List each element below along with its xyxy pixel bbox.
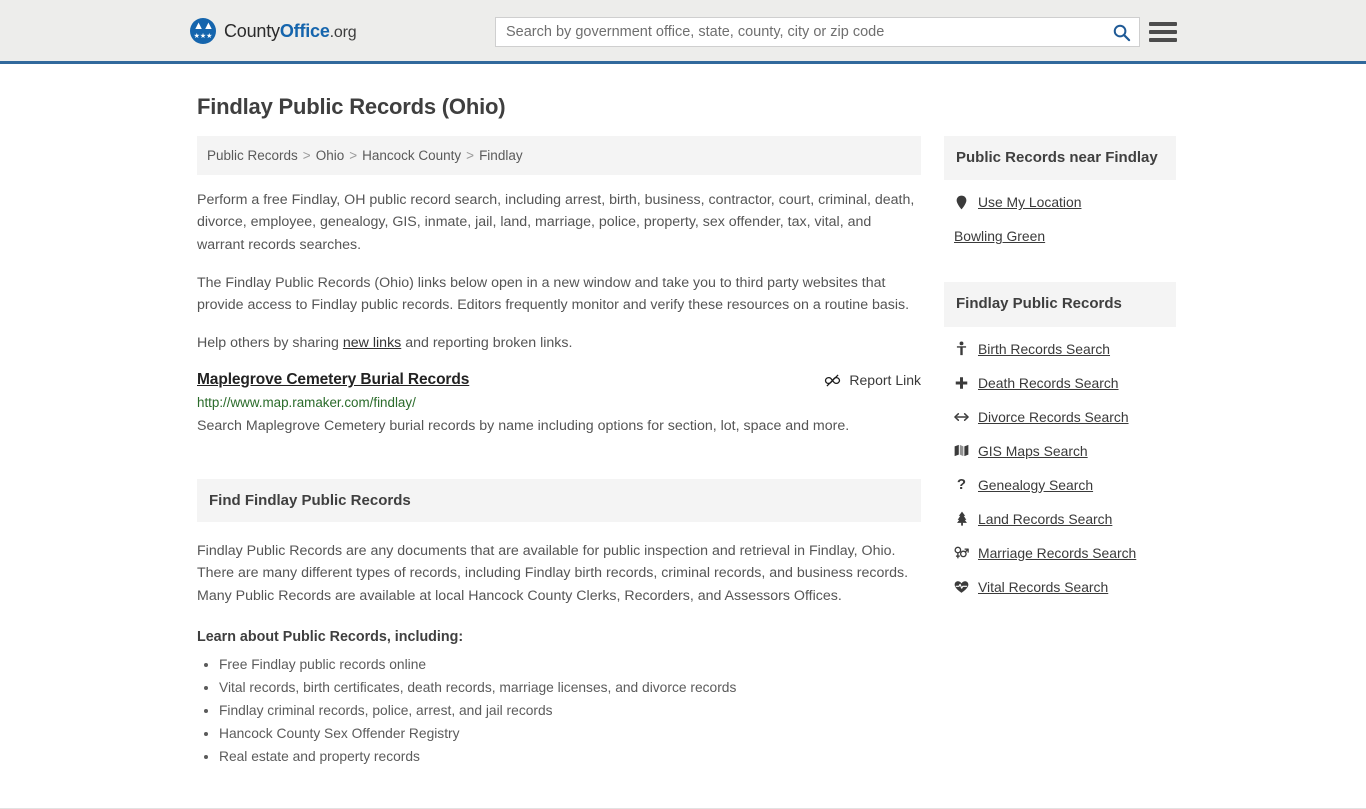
search-bar [495, 17, 1140, 47]
logo-text-office: Office [279, 20, 330, 41]
result-header-row: Maplegrove Cemetery Burial Records Repor… [197, 371, 921, 389]
panel-records-near-heading: Public Records near Findlay [944, 136, 1176, 181]
sidebar-link-label: Marriage Records Search [978, 544, 1137, 561]
result-description: Search Maplegrove Cemetery burial record… [197, 417, 850, 434]
page-title: Findlay Public Records (Ohio) [197, 94, 506, 119]
result-item: Maplegrove Cemetery Burial Records Repor… [197, 371, 921, 437]
sidebar-item-birth-records[interactable]: Birth Records Search [954, 341, 1166, 357]
breadcrumb-separator: > [302, 148, 311, 163]
intro-paragraph-2: The Findlay Public Records (Ohio) links … [197, 274, 910, 314]
logo-text-org: .org [329, 23, 357, 41]
sidebar-link-label: Death Records Search [978, 374, 1119, 391]
site-header: ▲▲ ★★★ CountyOffice.org [0, 0, 1366, 64]
sidebar-item-divorce-records[interactable]: Divorce Records Search [954, 409, 1166, 425]
panel-records-near-body: Use My Location Bowling Green [944, 180, 1176, 266]
learn-about-list: Free Findlay public records online Vital… [197, 655, 921, 767]
logo-wordmark: CountyOffice.org [224, 20, 357, 42]
question-mark-icon: ? [956, 476, 967, 493]
list-item: Vital records, birth certificates, death… [219, 678, 921, 698]
panel-findlay-records-heading: Findlay Public Records [944, 282, 1176, 327]
list-item: Real estate and property records [219, 747, 921, 767]
sidebar: Public Records near Findlay Use My Locat… [944, 136, 1176, 633]
list-item: Hancock County Sex Offender Registry [219, 724, 921, 744]
search-icon [1113, 24, 1130, 41]
panel-findlay-public-records: Findlay Public Records Birth Records Sea… [944, 282, 1176, 616]
eagle-emblem-icon: ▲▲ ★★★ [190, 18, 216, 44]
sidebar-link-label: Bowling Green [954, 228, 1046, 245]
list-item: Free Findlay public records online [219, 655, 921, 675]
sidebar-item-death-records[interactable]: Death Records Search [954, 375, 1166, 391]
hamburger-bar [1149, 30, 1177, 34]
share-text-after: and reporting broken links. [401, 335, 573, 352]
broken-link-icon [825, 374, 841, 387]
learn-about-heading: Learn about Public Records, including: [197, 628, 464, 645]
site-logo[interactable]: ▲▲ ★★★ CountyOffice.org [190, 18, 357, 44]
content-container: Findlay Public Records (Ohio) Public Rec… [188, 94, 1178, 770]
sidebar-item-land-records[interactable]: Land Records Search [954, 511, 1166, 527]
male-female-symbol-icon [954, 545, 969, 560]
baby-icon [954, 341, 969, 356]
breadcrumb-item-public-records[interactable]: Public Records [207, 148, 298, 163]
sidebar-item-vital-records[interactable]: Vital Records Search [954, 579, 1166, 595]
report-link-label: Report Link [849, 372, 921, 389]
search-button[interactable] [1103, 18, 1139, 46]
sidebar-link-label: Land Records Search [978, 510, 1113, 527]
result-title-link[interactable]: Maplegrove Cemetery Burial Records [197, 371, 469, 389]
intro-paragraph-1: Perform a free Findlay, OH public record… [197, 192, 915, 253]
heart-pulse-icon [954, 580, 969, 594]
main-column: Public Records > Ohio > Hancock County > Findl… [197, 136, 921, 770]
sidebar-link-label: GIS Maps Search [978, 442, 1088, 459]
folded-map-icon [954, 444, 969, 457]
breadcrumb-item-ohio[interactable]: Ohio [316, 148, 345, 163]
hamburger-menu-icon[interactable] [1149, 20, 1177, 44]
breadcrumb-separator: > [349, 148, 358, 163]
breadcrumb-item-findlay: Findlay [479, 148, 523, 163]
panel-records-near: Public Records near Findlay Use My Locat… [944, 136, 1176, 266]
sidebar-link-label: Vital Records Search [978, 578, 1109, 595]
page-body: Findlay Public Records (Ohio) Public Rec… [0, 64, 1366, 809]
tree-icon [954, 511, 969, 526]
intro-paragraph-3: Help others by sharing new links and rep… [197, 332, 921, 354]
report-link-button[interactable]: Report Link [824, 371, 921, 389]
logo-text-county: County [224, 20, 280, 41]
sidebar-item-bowling-green[interactable]: Bowling Green [954, 228, 1166, 244]
cross-icon [954, 376, 969, 390]
find-records-heading: Find Findlay Public Records [197, 479, 921, 523]
sidebar-item-genealogy[interactable]: ? Genealogy Search [954, 477, 1166, 493]
sidebar-link-label: Divorce Records Search [978, 408, 1129, 425]
search-input[interactable] [496, 18, 1103, 46]
find-records-paragraph: Findlay Public Records are any documents… [197, 543, 909, 604]
hamburger-bar [1149, 38, 1177, 42]
breadcrumb: Public Records > Ohio > Hancock County > Findl… [197, 136, 921, 175]
sidebar-item-use-my-location[interactable]: Use My Location [954, 194, 1166, 210]
find-records-body: Findlay Public Records are any documents… [197, 540, 921, 767]
hamburger-bar [1149, 22, 1177, 26]
sidebar-link-label: Genealogy Search [978, 476, 1094, 493]
left-right-arrow-icon [954, 411, 969, 423]
sidebar-link-label: Use My Location [978, 194, 1082, 211]
intro-text: Perform a free Findlay, OH public record… [197, 189, 921, 355]
map-pin-icon [954, 195, 969, 210]
share-text-before: Help others by sharing [197, 335, 343, 352]
result-url-link[interactable]: http://www.map.ramaker.com/findlay/ [197, 395, 921, 410]
sidebar-item-marriage-records[interactable]: Marriage Records Search [954, 545, 1166, 561]
sidebar-link-label: Birth Records Search [978, 340, 1111, 357]
panel-findlay-records-body: Birth Records Search Death Records Searc… [944, 327, 1176, 617]
new-links-link[interactable]: new links [343, 335, 401, 351]
sidebar-item-gis-maps[interactable]: GIS Maps Search [954, 443, 1166, 459]
columns: Public Records > Ohio > Hancock County > Findl… [188, 136, 1178, 770]
breadcrumb-item-hancock-county[interactable]: Hancock County [362, 148, 461, 163]
breadcrumb-separator: > [466, 148, 475, 163]
list-item: Findlay criminal records, police, arrest… [219, 701, 921, 721]
